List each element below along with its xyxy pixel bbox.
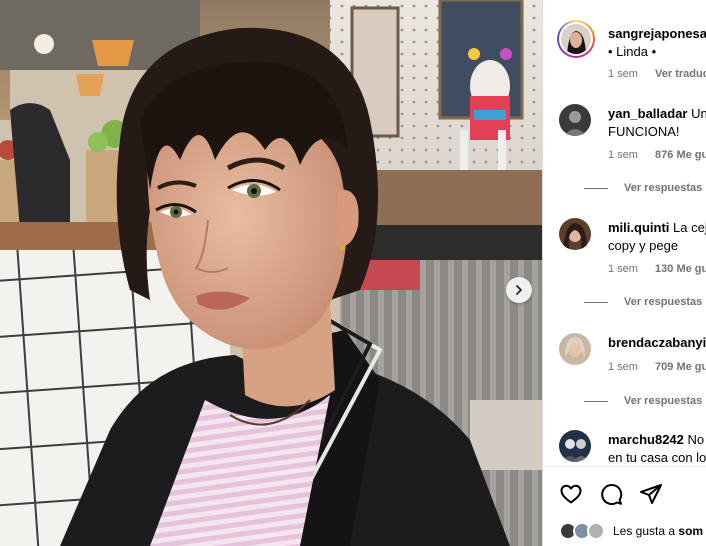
liker-avatars[interactable] <box>559 522 607 540</box>
share-icon <box>640 484 662 504</box>
commenter-avatar[interactable] <box>559 104 591 136</box>
view-replies-button[interactable]: Ver respuestas <box>624 182 702 194</box>
likes-summary: Les gusta a som <box>559 522 703 540</box>
comment-text: marchu8242 No en tu casa con lo <box>608 431 706 467</box>
view-replies-button[interactable]: Ver respuestas <box>624 395 702 407</box>
comment-meta: 1 sem 130 Me gusta <box>608 263 706 275</box>
commenter-avatar[interactable] <box>559 218 591 250</box>
heart-icon <box>560 484 582 504</box>
caption-text: • Linda • <box>608 44 657 59</box>
comment-username[interactable]: brendaczabanyi <box>608 335 706 350</box>
avatar-image <box>559 218 591 250</box>
next-photo-button[interactable] <box>506 277 532 303</box>
comment-body-line2: copy y pege <box>608 238 679 253</box>
comment-text: mili.quinti La ceja copy y pege <box>608 219 706 255</box>
instagram-post-viewer: sangrejaponesa • Linda • 1 sem Ver tradu… <box>0 0 706 546</box>
comment-likes[interactable]: 130 Me gusta <box>655 263 706 275</box>
owner-time: 1 sem <box>608 68 638 80</box>
owner-meta: 1 sem Ver traducción <box>608 68 706 80</box>
comment-body: No <box>687 432 705 447</box>
avatar-image <box>559 104 591 136</box>
comment-text: brendaczabanyi <box>608 334 706 352</box>
comment-username[interactable]: marchu8242 <box>608 432 684 447</box>
owner-avatar-image <box>561 24 591 54</box>
comments-panel: sangrejaponesa • Linda • 1 sem Ver tradu… <box>542 0 706 546</box>
commenter-avatar[interactable] <box>559 333 591 365</box>
owner-avatar[interactable] <box>557 20 595 58</box>
comment-time: 1 sem <box>608 263 638 275</box>
owner-caption: sangrejaponesa • Linda • <box>608 25 706 61</box>
chevron-right-icon <box>516 285 522 295</box>
comment-time: 1 sem <box>608 149 638 161</box>
comment-meta: 1 sem 876 Me gusta <box>608 149 706 161</box>
liker-avatar <box>587 522 605 540</box>
comment-text: yan_balladar Un FUNCIONA! <box>608 105 706 141</box>
commenter-avatar[interactable] <box>559 430 591 462</box>
post-photo <box>0 0 542 546</box>
likes-prefix: Les gusta a <box>613 524 676 538</box>
likes-name[interactable]: som <box>678 524 703 538</box>
avatar-image <box>559 430 591 462</box>
comment-button[interactable] <box>599 482 623 506</box>
comment-icon <box>601 484 623 505</box>
translate-link[interactable]: Ver traducción <box>655 68 706 80</box>
comment-likes[interactable]: 709 Me gusta <box>655 361 706 373</box>
actions-divider <box>543 466 706 467</box>
comment-body-line2: FUNCIONA! <box>608 124 680 139</box>
view-replies-button[interactable]: Ver respuestas <box>624 296 702 308</box>
comment-username[interactable]: mili.quinti <box>608 220 669 235</box>
like-button[interactable] <box>559 482 583 506</box>
owner-username[interactable]: sangrejaponesa <box>608 26 706 41</box>
comment-username[interactable]: yan_balladar <box>608 106 688 121</box>
comment-meta: 1 sem 709 Me gusta <box>608 361 706 373</box>
photo-illustration <box>0 0 542 546</box>
comment-body: La ceja <box>673 220 706 235</box>
comment-likes[interactable]: 876 Me gusta <box>655 149 706 161</box>
comment-body: Un <box>691 106 706 121</box>
post-actions <box>559 482 663 506</box>
share-button[interactable] <box>639 482 663 506</box>
comment-body-line2: en tu casa con lo <box>608 450 706 465</box>
avatar-image <box>559 333 591 365</box>
comment-time: 1 sem <box>608 361 638 373</box>
